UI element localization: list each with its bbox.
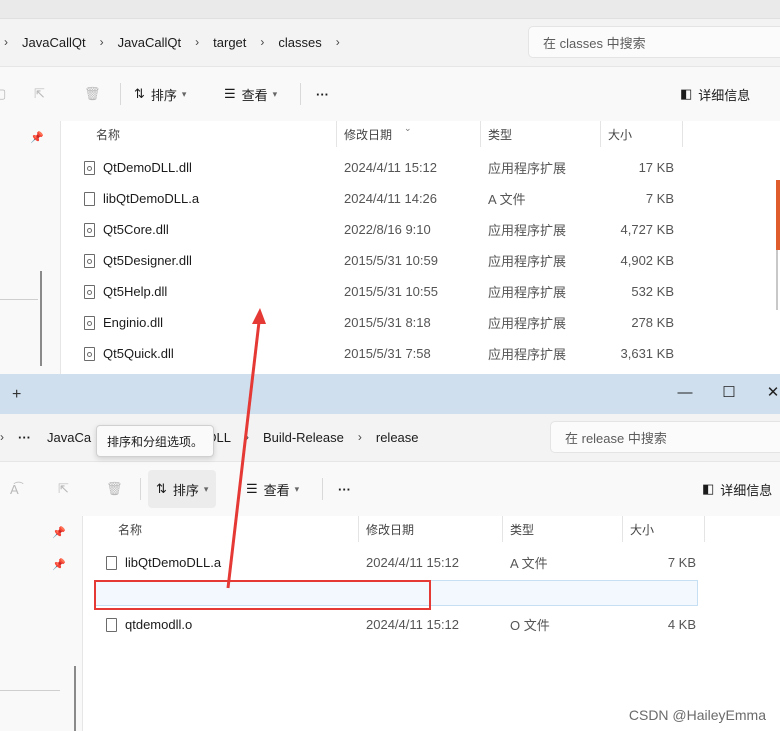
watermark: CSDN @HaileyEmma [628,707,766,723]
sort-tooltip: 排序和分组选项。 [96,425,215,457]
red-annotation-arrow [226,308,266,589]
